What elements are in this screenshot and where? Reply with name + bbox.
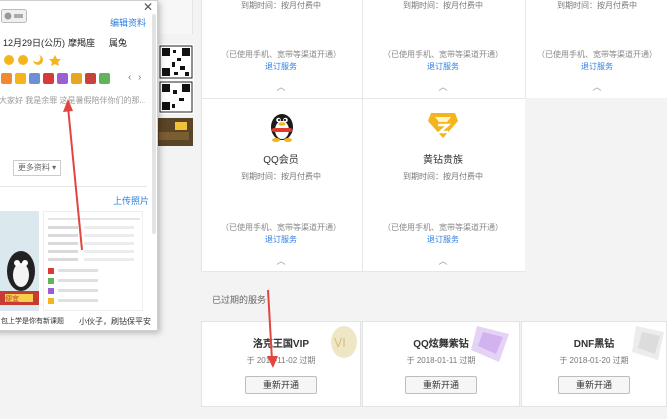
annotation-arrows <box>63 99 278 368</box>
